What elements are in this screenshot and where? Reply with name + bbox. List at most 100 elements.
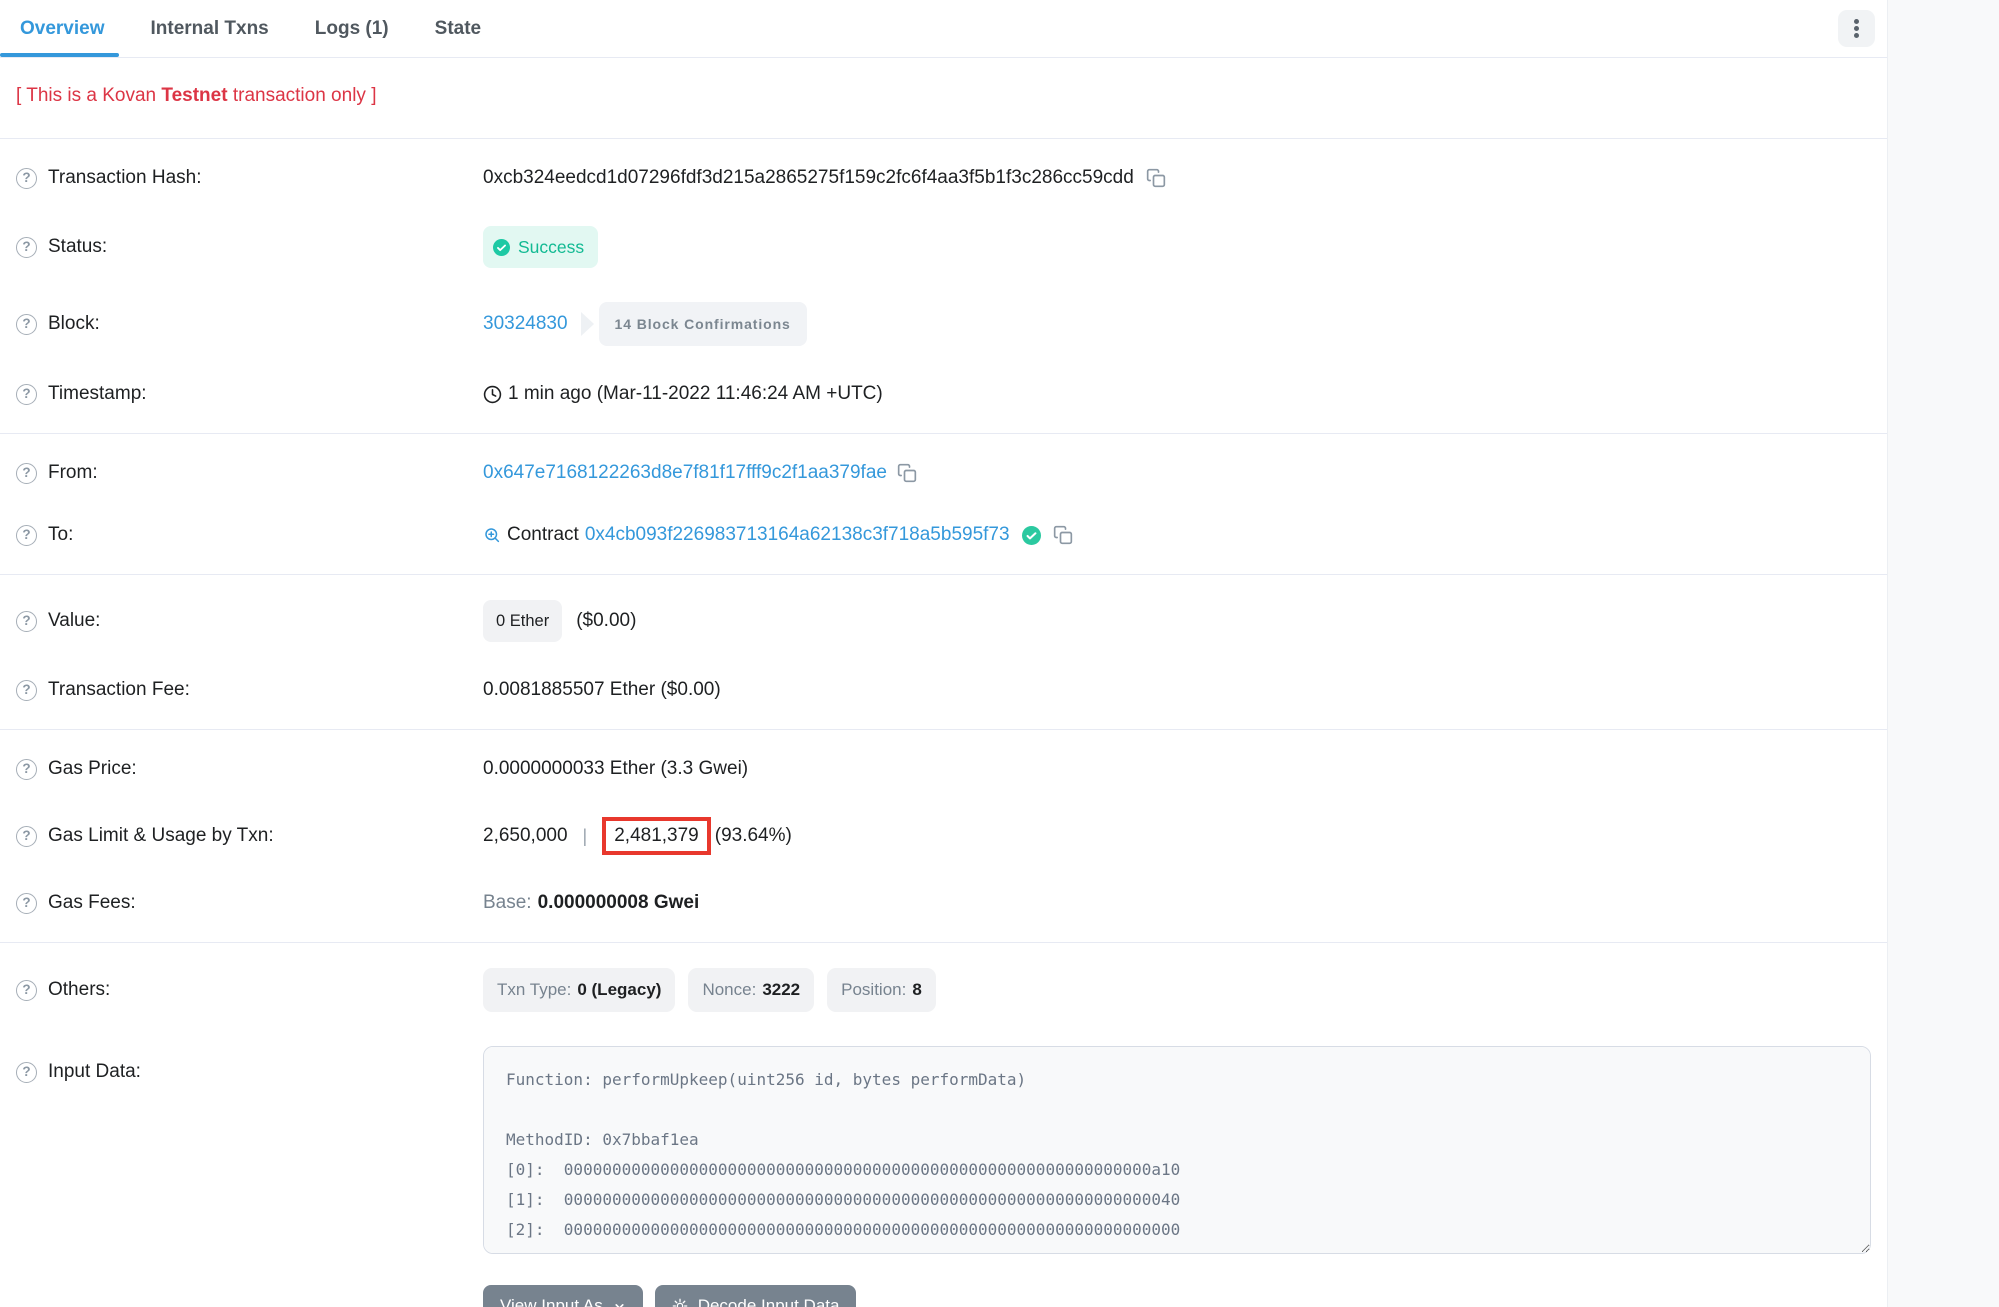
input-data-actions: View Input As Decode Input Data [483, 1285, 1871, 1307]
row-to: To: Contract 0x4cb093f226983713164a62138… [16, 504, 1871, 566]
kebab-menu-icon [1854, 26, 1859, 31]
clock-icon [483, 385, 502, 404]
copy-to-address-button[interactable] [1053, 525, 1073, 545]
help-icon[interactable] [16, 384, 37, 405]
help-icon[interactable] [16, 759, 37, 780]
row-input-data: Input Data: Function: performUpkeep(uint… [16, 1029, 1871, 1271]
row-gas-limit-usage: Gas Limit & Usage by Txn: 2,650,000 | 2,… [16, 800, 1871, 872]
row-others: Others: Txn Type:0 (Legacy) Nonce:3222 P… [16, 951, 1871, 1029]
help-icon[interactable] [16, 980, 37, 1001]
copy-icon [1146, 168, 1166, 188]
row-from: From: 0x647e7168122263d8e7f81f17fff9c2f1… [16, 442, 1871, 504]
tab-bar: Overview Internal Txns Logs (1) State [0, 0, 1887, 58]
status-text: Success [518, 233, 584, 261]
position-value: 8 [912, 976, 921, 1004]
help-icon[interactable] [16, 826, 37, 847]
more-options-button[interactable] [1838, 10, 1875, 47]
verified-check-icon [1022, 526, 1041, 545]
gas-price-label: Gas Price: [48, 755, 137, 783]
notice-bold: Testnet [161, 85, 227, 106]
value-usd: ($0.00) [576, 607, 636, 635]
nonce-name: Nonce: [702, 976, 756, 1004]
help-icon[interactable] [16, 611, 37, 632]
transaction-hash-value: 0xcb324eedcd1d07296fdf3d215a2865275f159c… [483, 164, 1134, 192]
position-name: Position: [841, 976, 906, 1004]
section-others-input: Others: Txn Type:0 (Legacy) Nonce:3222 P… [0, 943, 1887, 1279]
gas-used-highlight-box: 2,481,379 [602, 817, 711, 855]
help-icon[interactable] [16, 463, 37, 484]
help-icon[interactable] [16, 525, 37, 546]
input-data-textarea[interactable]: Function: performUpkeep(uint256 id, byte… [483, 1046, 1871, 1254]
view-input-as-button[interactable]: View Input As [483, 1285, 643, 1307]
others-label: Others: [48, 976, 110, 1004]
section-gas: Gas Price: 0.0000000033 Ether (3.3 Gwei)… [0, 730, 1887, 942]
transaction-hash-label: Transaction Hash: [48, 164, 201, 192]
input-data-label: Input Data: [48, 1058, 141, 1086]
help-icon[interactable] [16, 1062, 37, 1083]
transaction-fee-value: 0.0081885507 Ether ($0.00) [483, 676, 721, 704]
section-addresses: From: 0x647e7168122263d8e7f81f17fff9c2f1… [0, 434, 1887, 574]
status-label: Status: [48, 233, 107, 261]
tab-overview[interactable]: Overview [20, 0, 105, 57]
ether-value-badge: 0 Ether [483, 600, 562, 642]
row-status: Status: Success [16, 209, 1871, 285]
block-number-link[interactable]: 30324830 [483, 310, 568, 338]
check-circle-icon [493, 239, 510, 256]
section-overview-top: Transaction Hash: 0xcb324eedcd1d07296fdf… [0, 139, 1887, 433]
block-confirmations-badge: 14 Block Confirmations [599, 302, 807, 346]
confirmations-arrow [581, 312, 594, 336]
row-gas-fees: Gas Fees: Base: 0.000000008 Gwei [16, 872, 1871, 934]
txn-type-name: Txn Type: [497, 976, 571, 1004]
gas-limit-value: 2,650,000 [483, 822, 568, 850]
section-value-fee: Value: 0 Ether ($0.00) Transaction Fee: … [0, 575, 1887, 729]
value-label: Value: [48, 607, 100, 635]
tab-state[interactable]: State [435, 0, 481, 57]
block-label: Block: [48, 310, 100, 338]
row-transaction-fee: Transaction Fee: 0.0081885507 Ether ($0.… [16, 659, 1871, 721]
gas-fees-label: Gas Fees: [48, 889, 136, 917]
testnet-notice: [ This is a Kovan Testnet transaction on… [16, 85, 1871, 107]
to-address-link[interactable]: 0x4cb093f226983713164a62138c3f718a5b595f… [585, 521, 1010, 549]
copy-icon [897, 463, 917, 483]
decode-input-data-button[interactable]: Decode Input Data [655, 1285, 857, 1307]
from-address-link[interactable]: 0x647e7168122263d8e7f81f17fff9c2f1aa379f… [483, 459, 887, 487]
from-label: From: [48, 459, 98, 487]
row-block: Block: 30324830 14 Block Confirmations [16, 285, 1871, 363]
gas-separator: | [583, 822, 588, 850]
zoom-in-icon[interactable] [483, 526, 501, 544]
tab-logs[interactable]: Logs (1) [315, 0, 389, 57]
timestamp-label: Timestamp: [48, 380, 147, 408]
to-type: Contract [507, 521, 579, 549]
copy-txn-hash-button[interactable] [1146, 168, 1166, 188]
help-icon[interactable] [16, 893, 37, 914]
notice-prefix: [ This is a Kovan [16, 85, 161, 106]
row-timestamp: Timestamp: 1 min ago (Mar-11-2022 11:46:… [16, 363, 1871, 425]
page-background-gutter [1887, 0, 1999, 1307]
timestamp-value: 1 min ago (Mar-11-2022 11:46:24 AM +UTC) [508, 380, 883, 408]
copy-from-address-button[interactable] [897, 463, 917, 483]
help-icon[interactable] [16, 680, 37, 701]
view-input-as-label: View Input As [500, 1296, 603, 1307]
base-fee-label: Base: [483, 889, 532, 917]
tab-internal-txns[interactable]: Internal Txns [151, 0, 269, 57]
row-value: Value: 0 Ether ($0.00) [16, 583, 1871, 659]
row-gas-price: Gas Price: 0.0000000033 Ether (3.3 Gwei) [16, 738, 1871, 800]
base-fee-value: 0.000000008 Gwei [538, 889, 700, 917]
help-icon[interactable] [16, 168, 37, 189]
chevron-down-icon [613, 1300, 626, 1307]
txn-type-value: 0 (Legacy) [577, 976, 661, 1004]
position-badge: Position:8 [827, 968, 936, 1012]
gas-limit-label: Gas Limit & Usage by Txn: [48, 822, 274, 850]
nonce-badge: Nonce:3222 [688, 968, 814, 1012]
to-label: To: [48, 521, 73, 549]
decode-input-data-label: Decode Input Data [698, 1296, 840, 1307]
row-transaction-hash: Transaction Hash: 0xcb324eedcd1d07296fdf… [16, 147, 1871, 209]
copy-icon [1053, 525, 1073, 545]
help-icon[interactable] [16, 314, 37, 335]
transaction-details-page: Overview Internal Txns Logs (1) State [ … [0, 0, 1999, 1307]
txn-type-badge: Txn Type:0 (Legacy) [483, 968, 675, 1012]
transaction-fee-label: Transaction Fee: [48, 676, 190, 704]
help-icon[interactable] [16, 237, 37, 258]
decode-gears-icon [672, 1298, 688, 1307]
gas-price-value: 0.0000000033 Ether (3.3 Gwei) [483, 755, 748, 783]
